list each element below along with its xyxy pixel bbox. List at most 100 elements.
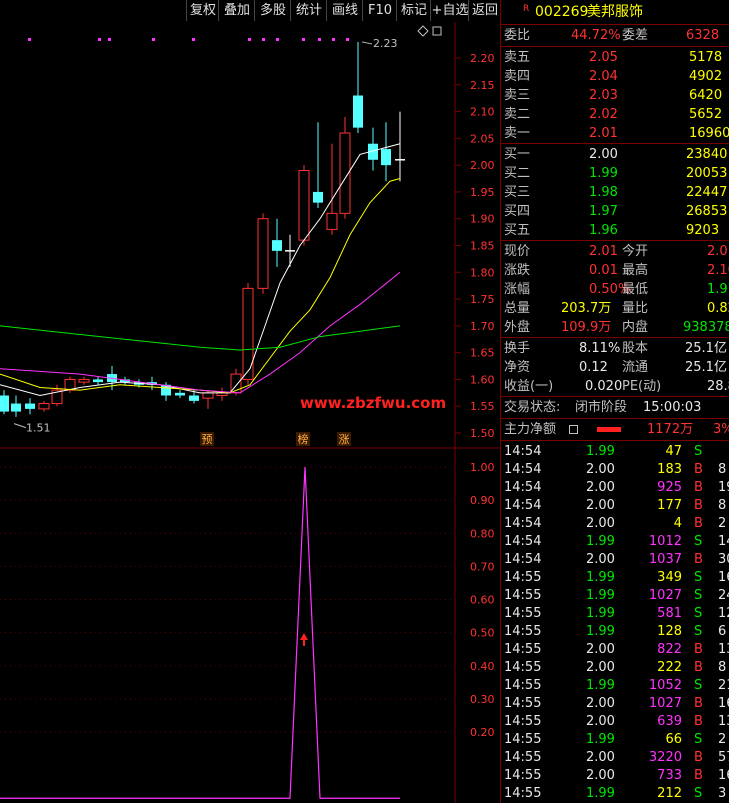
signal-dot <box>152 38 155 41</box>
tick-side: B <box>694 498 703 513</box>
tick-orders: 16 <box>718 696 729 711</box>
indicator-axis-label: 0.80 <box>470 527 495 540</box>
tick-row: 14:55 2.00 1027 B 16 <box>501 695 729 713</box>
tick-time: 14:54 <box>504 516 542 531</box>
ask-row: 卖五 2.05 5178 <box>501 49 729 67</box>
candle-body <box>353 95 363 128</box>
fund-label-2: PE(动) <box>622 379 662 394</box>
tick-time: 14:54 <box>504 480 542 495</box>
price-axis-label: 1.90 <box>470 213 495 226</box>
toolbar-button-4[interactable]: 画线 <box>326 0 363 21</box>
price-axis-label: 1.85 <box>470 240 495 253</box>
main-force-row[interactable]: 主力净额 1172万 3% <box>501 421 729 439</box>
tick-row: 14:54 2.00 4 B 2 <box>501 515 729 533</box>
tick-row: 14:54 2.00 183 B 8 <box>501 461 729 479</box>
ask-row: 卖三 2.03 6420 <box>501 87 729 105</box>
toolbar-button-0[interactable]: 复权 <box>186 0 219 21</box>
tick-orders: 12 <box>718 606 729 621</box>
tick-volume: 47 <box>665 444 682 459</box>
bid-row: 买五 1.96 9203 <box>501 222 729 240</box>
tick-side: B <box>694 480 703 495</box>
tick-price: 2.00 <box>586 642 615 657</box>
tick-price: 1.99 <box>586 678 615 693</box>
tick-orders: 19 <box>718 480 729 495</box>
tick-time: 14:55 <box>504 588 542 603</box>
tick-orders: 13 <box>718 714 729 729</box>
toolbar-button-1[interactable]: 叠加 <box>218 0 255 21</box>
high-label: 2.23 <box>373 37 398 50</box>
quote-label: 涨跌 <box>504 263 531 278</box>
tick-time: 14:55 <box>504 660 542 675</box>
square-icon[interactable] <box>432 26 442 36</box>
ask-volume: 5652 <box>689 107 723 122</box>
tick-price: 1.99 <box>586 534 615 549</box>
ask-volume: 6420 <box>689 88 723 103</box>
fund-value-2: 25.1亿 <box>685 360 727 375</box>
toolbar-button-8[interactable]: 返回 <box>468 0 501 21</box>
bid-label: 买三 <box>504 185 531 200</box>
tick-side: B <box>694 462 703 477</box>
price-axis-label: 2.15 <box>470 79 495 92</box>
tick-side: B <box>694 768 703 783</box>
tick-row: 14:55 2.00 822 B 13 <box>501 641 729 659</box>
price-axis-label: 1.50 <box>470 427 495 440</box>
candle-body <box>25 403 35 409</box>
toolbar-button-5[interactable]: F10 <box>362 0 397 21</box>
tick-orders: 8 <box>718 462 727 477</box>
trade-status-value: 闭市阶段 <box>575 400 628 415</box>
tick-side: B <box>694 696 703 711</box>
tick-time: 14:55 <box>504 750 542 765</box>
quote-value-2: 2.10 <box>707 263 729 278</box>
tick-volume: 1037 <box>648 552 682 567</box>
tick-side: S <box>694 624 703 639</box>
list-icon[interactable] <box>569 425 578 434</box>
tick-time: 14:55 <box>504 786 542 801</box>
fund-row: 净资 0.12 流通 25.1亿 <box>501 359 729 377</box>
bid-volume: 20053 <box>686 166 728 181</box>
candle-body <box>175 392 185 396</box>
tick-volume: 581 <box>657 606 682 621</box>
candle-body <box>313 191 323 203</box>
stock-code: 002269 <box>535 4 589 20</box>
tick-row: 14:55 1.99 212 S 3 <box>501 785 729 803</box>
tick-volume: 349 <box>657 570 682 585</box>
tick-orders: 14 <box>718 534 729 549</box>
diamond-icon[interactable] <box>417 25 429 37</box>
tick-volume: 128 <box>657 624 682 639</box>
main-force-bar <box>597 427 621 432</box>
ask-price: 2.04 <box>589 69 618 84</box>
tick-volume: 733 <box>657 768 682 783</box>
fund-value-2: 25.1亿 <box>685 341 727 356</box>
bid-label: 买五 <box>504 223 531 238</box>
bid-price: 2.00 <box>589 147 618 162</box>
tick-side: B <box>694 516 703 531</box>
fund-value: 0.12 <box>579 360 608 375</box>
tick-time: 14:55 <box>504 606 542 621</box>
tick-row: 14:54 2.00 177 B 8 <box>501 497 729 515</box>
bid-volume: 26853 <box>686 204 728 219</box>
stock-header: R 002269 美邦服饰 <box>501 3 729 21</box>
stock-badge: R <box>523 4 530 14</box>
tick-volume: 4 <box>673 516 682 531</box>
tick-volume: 1027 <box>648 588 682 603</box>
tick-row: 14:54 2.00 1037 B 30 <box>501 551 729 569</box>
toolbar-button-6[interactable]: 标记 <box>396 0 431 21</box>
tick-time: 14:55 <box>504 768 542 783</box>
toolbar-button-3[interactable]: 统计 <box>290 0 327 21</box>
toolbar-button-7[interactable]: +自选 <box>430 0 469 21</box>
tick-orders: 30 <box>718 552 729 567</box>
toolbar-button-2[interactable]: 多股 <box>254 0 291 21</box>
fund-label-2: 流通 <box>622 360 649 375</box>
signal-dot <box>98 38 101 41</box>
trade-status-row: 交易状态: 闭市阶段 15:00:03 <box>501 399 729 417</box>
ask-price: 2.01 <box>589 126 618 141</box>
kline-chart[interactable]: 2.20 2.15 2.10 2.05 2.00 1.95 1.90 1.85 1.80 1.75… <box>0 22 500 803</box>
main-force-value: 1172万 <box>647 422 694 437</box>
tick-side: S <box>694 570 703 585</box>
tick-time: 14:55 <box>504 714 542 729</box>
candle-body <box>38 403 50 410</box>
tick-orders: 16 <box>718 570 729 585</box>
signal-dot <box>28 38 31 41</box>
bid-price: 1.98 <box>589 185 618 200</box>
candle-body <box>202 392 214 399</box>
